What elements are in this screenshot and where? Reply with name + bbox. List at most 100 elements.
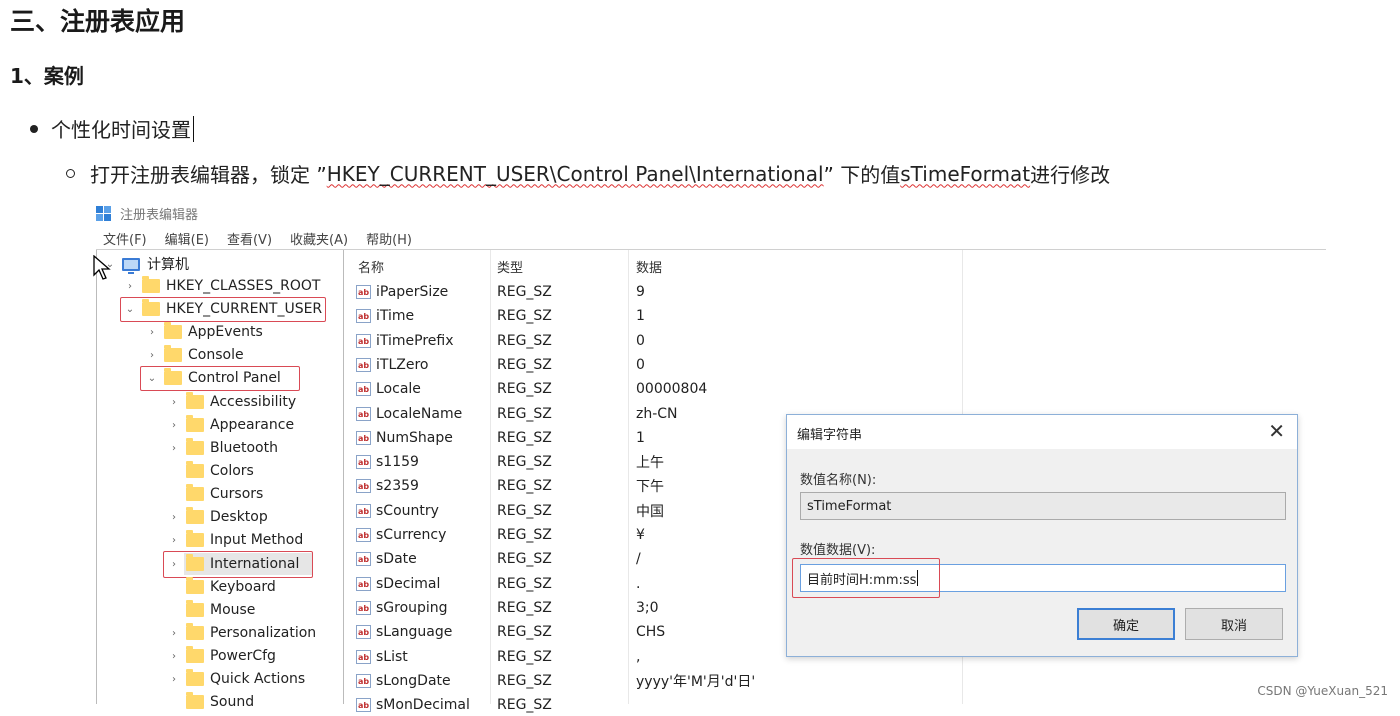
menu-view[interactable]: 查看(V): [227, 229, 272, 248]
watermark: CSDN @YueXuan_521: [1257, 684, 1388, 698]
tree-node-label: Console: [188, 347, 244, 363]
value-row[interactable]: ab sCurrency: [356, 524, 446, 546]
close-icon[interactable]: ✕: [1268, 419, 1285, 443]
tree-node-cursors[interactable]: Cursors: [168, 484, 263, 504]
folder-icon: [186, 392, 204, 409]
tree-node-appearance[interactable]: › Appearance: [168, 415, 294, 435]
chevron-down-icon[interactable]: ⌄: [146, 373, 158, 384]
value-row[interactable]: ab NumShape: [356, 427, 453, 449]
folder-icon: [186, 507, 204, 524]
tree-node-console[interactable]: › Console: [146, 345, 244, 365]
tree-node-bluetooth[interactable]: › Bluetooth: [168, 438, 278, 458]
value-row[interactable]: ab iPaperSize: [356, 281, 448, 303]
tree-node-powercfg[interactable]: › PowerCfg: [168, 646, 276, 666]
value-row[interactable]: ab sDate: [356, 548, 417, 570]
tree-node-label: Desktop: [210, 509, 268, 525]
string-value-icon: ab: [356, 431, 371, 445]
value-name: iPaperSize: [376, 284, 449, 300]
tree-node-personalization[interactable]: › Personalization: [168, 623, 316, 643]
column-header-data[interactable]: 数据: [636, 257, 662, 276]
chevron-right-icon[interactable]: ›: [168, 420, 180, 431]
column-divider: [628, 250, 629, 704]
tree-node-mouse[interactable]: Mouse: [168, 600, 255, 620]
ok-button[interactable]: 确定: [1077, 608, 1175, 640]
dialog-title: 编辑字符串: [797, 428, 863, 443]
column-divider: [490, 250, 491, 704]
value-type: REG_SZ: [497, 308, 552, 324]
value-row[interactable]: ab iTime: [356, 305, 414, 327]
value-data: .: [636, 576, 641, 592]
bullet-item: 个性化时间设置: [30, 114, 194, 143]
tree-node-control-panel[interactable]: ⌄ Control Panel: [146, 368, 281, 388]
tree-node-computer[interactable]: ⌄ 计算机: [104, 254, 189, 274]
menu-bar: 文件(F) 编辑(E) 查看(V) 收藏夹(A) 帮助(H): [103, 229, 430, 248]
string-value-icon: ab: [356, 285, 371, 299]
value-row[interactable]: ab sList: [356, 646, 408, 668]
tree-node-hkcu[interactable]: ⌄ HKEY_CURRENT_USER: [124, 299, 322, 319]
value-data-label: 数值数据(V):: [800, 543, 876, 558]
chevron-down-icon[interactable]: ⌄: [124, 304, 136, 315]
value-row[interactable]: ab s1159: [356, 451, 419, 473]
tree-node-international[interactable]: › International: [168, 554, 299, 574]
computer-icon: [122, 257, 140, 274]
chevron-right-icon[interactable]: ›: [168, 443, 180, 454]
tree-node-colors[interactable]: Colors: [168, 461, 254, 481]
value-type: REG_SZ: [497, 478, 552, 494]
value-name: iTimePrefix: [376, 333, 454, 349]
value-name: s2359: [376, 478, 419, 494]
value-data: 3;0: [636, 600, 659, 616]
value-name: s1159: [376, 454, 419, 470]
value-row[interactable]: ab sDecimal: [356, 573, 440, 595]
string-value-icon: ab: [356, 698, 371, 712]
tree-node-keyboard[interactable]: Keyboard: [168, 577, 276, 597]
subsection-heading: 1、案例: [10, 64, 84, 88]
value-row[interactable]: ab Locale: [356, 378, 421, 400]
value-row[interactable]: ab sLongDate: [356, 670, 451, 692]
value-row[interactable]: ab sLanguage: [356, 621, 452, 643]
tree-node-label: Keyboard: [210, 579, 276, 595]
chevron-right-icon[interactable]: ›: [124, 281, 136, 292]
value-row[interactable]: ab sCountry: [356, 500, 439, 522]
value-row[interactable]: ab iTimePrefix: [356, 330, 454, 352]
tree-node-sound[interactable]: Sound: [168, 692, 254, 712]
tree-node-label: HKEY_CLASSES_ROOT: [166, 278, 321, 294]
menu-edit[interactable]: 编辑(E): [165, 229, 209, 248]
value-type: REG_SZ: [497, 333, 552, 349]
chevron-right-icon[interactable]: ›: [168, 559, 180, 570]
folder-icon: [164, 322, 182, 339]
value-row[interactable]: ab sMonDecimal: [356, 694, 470, 716]
tree-node-input-method[interactable]: › Input Method: [168, 530, 303, 550]
menu-file[interactable]: 文件(F): [103, 229, 147, 248]
regedit-title: 注册表编辑器: [120, 208, 199, 223]
chevron-right-icon[interactable]: ›: [146, 327, 158, 338]
tree-node-quick-actions[interactable]: › Quick Actions: [168, 669, 305, 689]
tree-node-accessibility[interactable]: › Accessibility: [168, 392, 296, 412]
value-name: sLanguage: [376, 624, 453, 640]
menu-help[interactable]: 帮助(H): [366, 229, 412, 248]
folder-icon: [186, 461, 204, 478]
tree-node-appevents[interactable]: › AppEvents: [146, 322, 263, 342]
value-row[interactable]: ab s2359: [356, 475, 419, 497]
value-data: 中国: [636, 504, 664, 520]
column-header-name[interactable]: 名称: [358, 257, 384, 276]
tree-node-desktop[interactable]: › Desktop: [168, 507, 268, 527]
folder-icon: [186, 484, 204, 501]
chevron-right-icon[interactable]: ›: [168, 397, 180, 408]
menu-favorites[interactable]: 收藏夹(A): [290, 229, 348, 248]
folder-icon: [186, 438, 204, 455]
cancel-button[interactable]: 取消: [1185, 608, 1283, 640]
tree-node-label: International: [210, 556, 300, 572]
tree-node-hkcr[interactable]: › HKEY_CLASSES_ROOT: [124, 276, 320, 296]
chevron-right-icon[interactable]: ›: [168, 535, 180, 546]
value-row[interactable]: ab sGrouping: [356, 597, 448, 619]
value-data: zh-CN: [636, 406, 678, 422]
value-row[interactable]: ab LocaleName: [356, 403, 462, 425]
chevron-right-icon[interactable]: ›: [168, 512, 180, 523]
chevron-right-icon[interactable]: ›: [168, 674, 180, 685]
column-header-type[interactable]: 类型: [497, 257, 523, 276]
folder-icon: [142, 299, 160, 316]
value-row[interactable]: ab iTLZero: [356, 354, 428, 376]
chevron-right-icon[interactable]: ›: [146, 350, 158, 361]
chevron-right-icon[interactable]: ›: [168, 651, 180, 662]
chevron-right-icon[interactable]: ›: [168, 628, 180, 639]
